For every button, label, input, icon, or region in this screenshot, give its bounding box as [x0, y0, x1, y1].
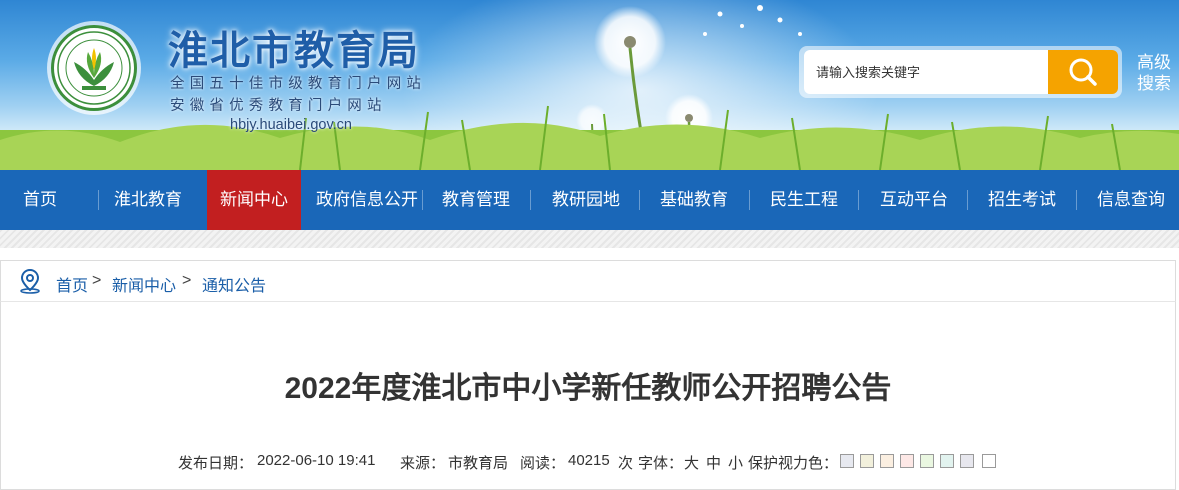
breadcrumb-news-center[interactable]: 新闻中心 [112, 272, 176, 296]
views-count: 40215 [568, 452, 610, 469]
eye-care-swatch[interactable] [900, 454, 914, 468]
nav-item-basic-education[interactable]: 基础教育 [646, 170, 742, 230]
breadcrumb-notices[interactable]: 通知公告 [202, 272, 266, 296]
nav-item-news-center[interactable]: 新闻中心 [207, 170, 301, 230]
logo-emblem-icon [57, 31, 131, 105]
decorative-stripe [0, 230, 1179, 248]
main-nav: 首页 淮北教育 新闻中心 政府信息公开 教育管理 教研园地 基础教育 民生工程 … [0, 170, 1179, 230]
advanced-search-link[interactable]: 高级 搜索 [1134, 52, 1174, 94]
header-banner: 淮北市教育局 全国五十佳市级教育门户网站 安徽省优秀教育门户网站 hbjy.hu… [0, 0, 1179, 170]
eye-care-swatch[interactable] [840, 454, 854, 468]
source-value: 市教育局 [448, 455, 509, 472]
eye-care-swatch[interactable] [920, 454, 934, 468]
location-pin-icon [20, 268, 40, 294]
nav-item-interactive[interactable]: 互动平台 [866, 170, 962, 230]
publish-date-label: 发布日期： [178, 455, 254, 472]
eye-care-swatch[interactable] [860, 454, 874, 468]
site-subtitle-2: 安徽省优秀教育门户网站 [170, 98, 387, 114]
site-title: 淮北市教育局 [168, 27, 420, 74]
site-url: hbjy.huaibei.gov.cn [230, 117, 352, 133]
views-unit: 次 [618, 455, 634, 472]
advanced-search-label-1: 高级 [1137, 53, 1171, 72]
eye-care-swatch[interactable] [982, 454, 996, 468]
nav-item-enrollment-exam[interactable]: 招生考试 [974, 170, 1070, 230]
nav-divider [639, 190, 640, 210]
font-size-small[interactable]: 小 [728, 452, 743, 473]
nav-divider [422, 190, 423, 210]
site-subtitle-1: 全国五十佳市级教育门户网站 [170, 76, 427, 92]
nav-item-home[interactable]: 首页 [0, 170, 80, 230]
nav-item-teaching-research[interactable]: 教研园地 [538, 170, 634, 230]
search-input[interactable] [804, 50, 1050, 94]
font-size-large[interactable]: 大 [684, 452, 699, 473]
nav-item-livelihood[interactable]: 民生工程 [756, 170, 852, 230]
breadcrumb-separator: > [92, 272, 102, 289]
nav-item-gov-info[interactable]: 政府信息公开 [310, 170, 424, 230]
nav-item-education-management[interactable]: 教育管理 [428, 170, 524, 230]
nav-divider [98, 190, 99, 210]
nav-divider [530, 190, 531, 210]
nav-divider [967, 190, 968, 210]
breadcrumb-home[interactable]: 首页 [56, 272, 88, 296]
advanced-search-label-2: 搜索 [1137, 74, 1171, 93]
breadcrumb-separator: > [182, 272, 192, 289]
eye-care-color-label: 保护视力色： [748, 455, 839, 472]
nav-divider [858, 190, 859, 210]
views-label: 阅读： [520, 455, 566, 472]
nav-divider [749, 190, 750, 210]
nav-divider [1076, 190, 1077, 210]
nav-item-huaibei-education[interactable]: 淮北教育 [100, 170, 196, 230]
search-icon [1069, 58, 1097, 86]
font-size-medium[interactable]: 中 [706, 452, 721, 473]
eye-care-swatch[interactable] [960, 454, 974, 468]
article-title: 2022年度淮北市中小学新任教师公开招聘公告 [284, 372, 892, 405]
eye-care-swatch[interactable] [880, 454, 894, 468]
font-size-label: 字体： [638, 455, 684, 472]
bureau-logo[interactable] [51, 25, 137, 111]
source-label: 来源： [400, 455, 446, 472]
eye-care-swatch[interactable] [940, 454, 954, 468]
breadcrumb [0, 260, 1176, 302]
search-button[interactable] [1048, 50, 1118, 94]
nav-item-info-query[interactable]: 信息查询 [1083, 170, 1179, 230]
publish-date-value: 2022-06-10 19:41 [257, 452, 376, 469]
